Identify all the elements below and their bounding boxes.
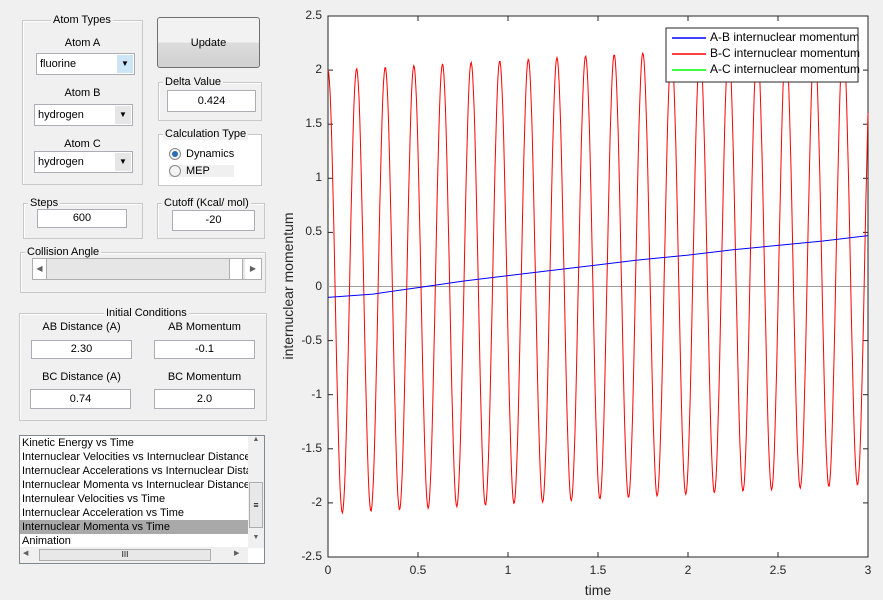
momentum-chart bbox=[327, 15, 869, 558]
x-tick-label: 0.5 bbox=[409, 563, 427, 577]
legend-entry: A-C internuclear momentum bbox=[710, 62, 861, 76]
x-tick-label: 1.5 bbox=[589, 563, 607, 577]
x-axis-label: time bbox=[584, 582, 612, 598]
y-tick-label: -2 bbox=[311, 494, 322, 509]
y-tick-label: -2.5 bbox=[301, 549, 322, 563]
x-tick-label: 2.5 bbox=[769, 563, 787, 577]
y-tick-label: 1 bbox=[315, 170, 322, 185]
y-tick-label: 2 bbox=[315, 62, 322, 77]
y-tick-label: -1.5 bbox=[301, 440, 322, 455]
x-tick-label: 2 bbox=[684, 563, 692, 577]
legend-entry: A-B internuclear momentum bbox=[710, 30, 860, 44]
x-tick-label: 1 bbox=[504, 563, 512, 577]
y-tick-label: 2.5 bbox=[305, 8, 322, 22]
y-tick-label: 1.5 bbox=[305, 116, 322, 131]
y-axis-label: internuclear momentum bbox=[280, 211, 296, 360]
y-tick-label: -1 bbox=[311, 386, 322, 401]
x-tick-label: 3 bbox=[864, 563, 872, 577]
legend-entry: B-C internuclear momentum bbox=[710, 46, 861, 60]
x-tick-label: 0 bbox=[324, 563, 332, 577]
